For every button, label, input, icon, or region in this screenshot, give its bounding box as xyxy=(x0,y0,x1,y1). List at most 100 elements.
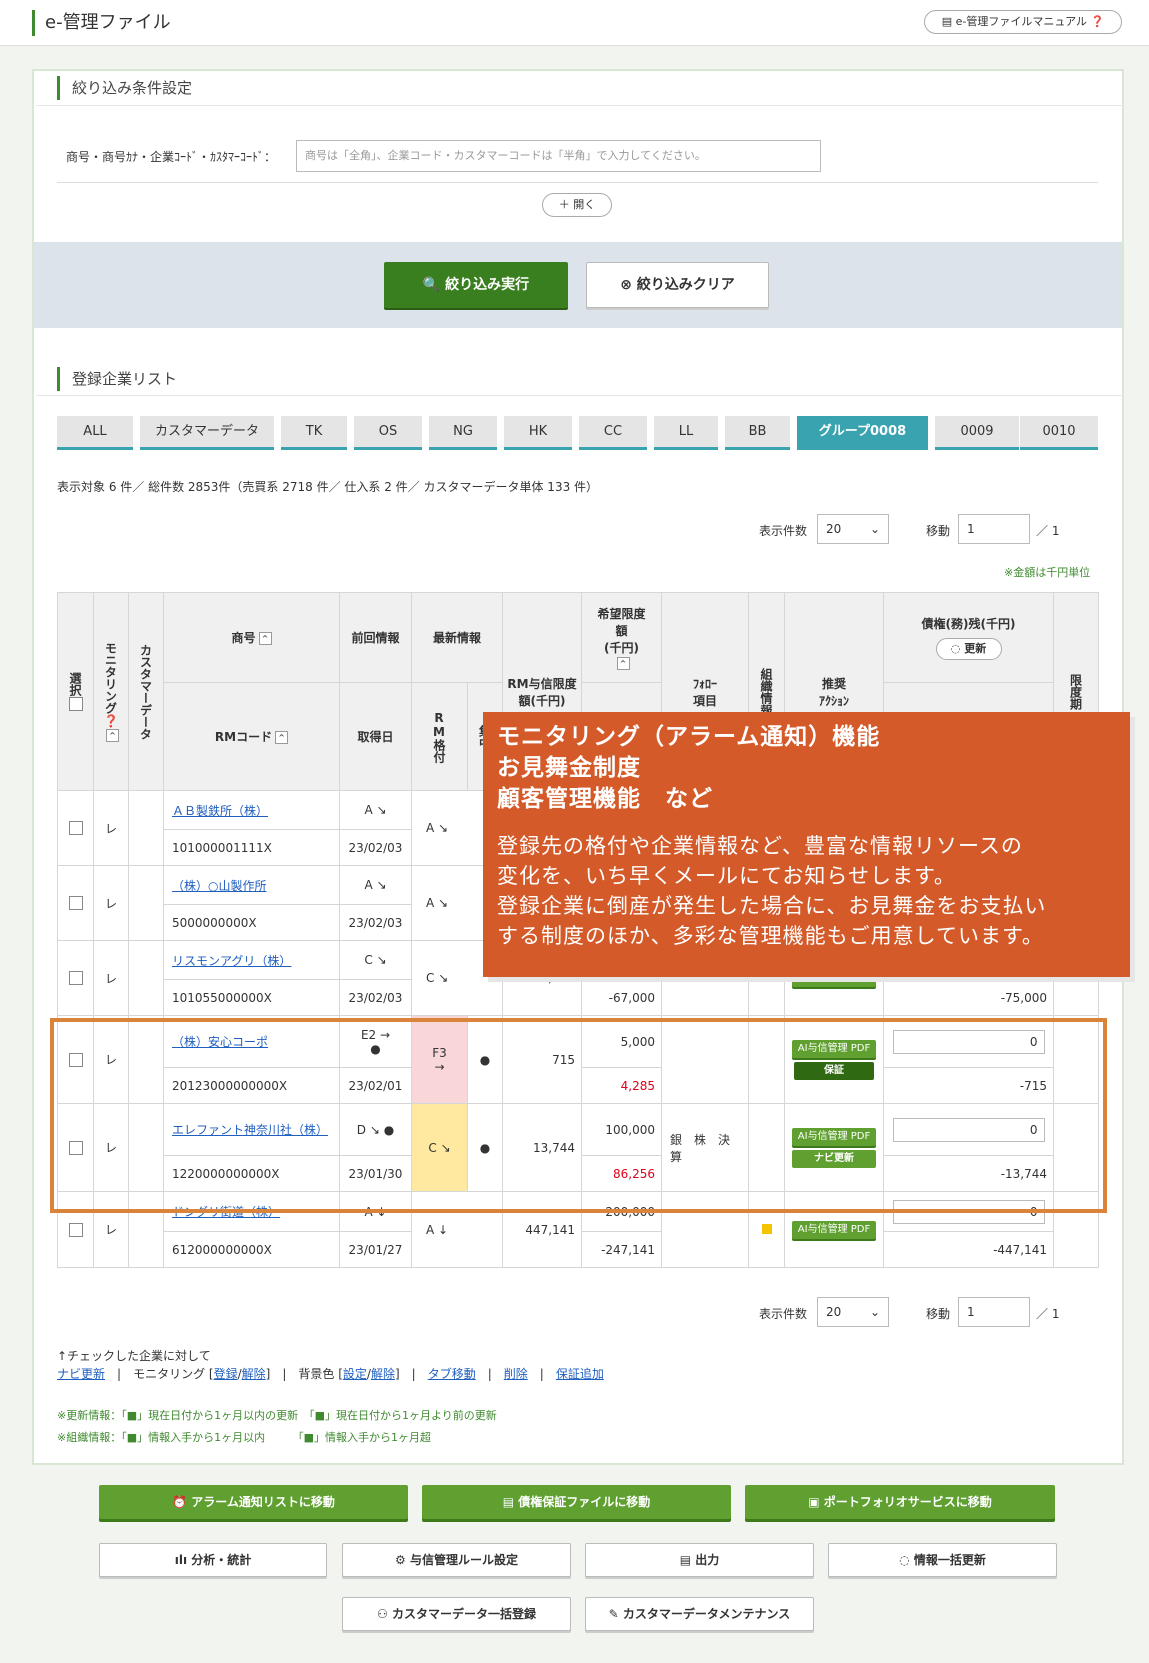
bgcolor-label: 背景色 [ xyxy=(298,1367,343,1381)
unit-note: ※金額は千円単位 xyxy=(1004,566,1091,579)
monitoring-register-link[interactable]: 登録 xyxy=(214,1367,238,1381)
acquired-date: 23/02/03 xyxy=(339,904,412,941)
tab-all[interactable]: ALL xyxy=(57,416,133,450)
rm-code: 5000000000X xyxy=(163,904,340,941)
per-page-select[interactable]: 20 ⌄ xyxy=(817,514,889,544)
feature-callout: モニタリング（アラーム通知）機能 お見舞金制度 顧客管理機能 など 登録先の格付… xyxy=(483,712,1130,977)
prev-rating: A ↘ xyxy=(339,865,412,905)
tab-group-0008[interactable]: グループ0008 xyxy=(797,416,928,450)
rm-code: 101000001111X xyxy=(163,829,340,866)
sort-icon[interactable]: ^ xyxy=(258,632,272,645)
navi-update-link[interactable]: ナビ更新 xyxy=(57,1367,105,1381)
tab-ng[interactable]: NG xyxy=(429,416,497,450)
page-total: ／ 1 xyxy=(1036,1307,1060,1321)
tab-bb[interactable]: BB xyxy=(725,416,790,450)
sort-icon[interactable]: ^ xyxy=(106,728,119,742)
filter-section-title: 絞り込み条件設定 xyxy=(57,76,192,100)
guarantee-file-button[interactable]: ▤ 債権保証ファイルに移動 xyxy=(422,1485,731,1519)
bulk-update-button[interactable]: ◌ 情報一括更新 xyxy=(828,1543,1057,1577)
monitoring-mark: レ xyxy=(93,940,129,1016)
tab-hk[interactable]: HK xyxy=(504,416,572,450)
alarm-list-button[interactable]: ⏰ アラーム通知リストに移動 xyxy=(99,1485,408,1519)
header-acquired[interactable]: 取得日 xyxy=(339,682,412,791)
customer-bulk-register-button[interactable]: ⚇ カスタマーデータ一括登録 xyxy=(342,1597,571,1631)
acquired-date: 23/02/03 xyxy=(339,979,412,1016)
output-button[interactable]: ▤ 出力 xyxy=(585,1543,814,1577)
update-button[interactable]: ◌ 更新 xyxy=(935,638,1002,660)
search-label: 商号・商号ｶﾅ・企業ｺｰﾄﾞ・ｶｽﾀﾏｰｺｰﾄﾞ： xyxy=(66,150,277,164)
tab-tk[interactable]: TK xyxy=(281,416,347,450)
highlight-frame xyxy=(50,1018,1107,1213)
filter-clear-button[interactable]: ⊗ 絞り込みクリア xyxy=(586,262,769,308)
tab-ll[interactable]: LL xyxy=(654,416,718,450)
alarm-clock-icon: ⏰ xyxy=(172,1495,192,1509)
company-link[interactable]: ＡＢ製鉄所（株） xyxy=(172,804,268,818)
help-icon: ❓ xyxy=(103,713,119,728)
per-page-select[interactable]: 20 ⌄ xyxy=(817,1297,889,1327)
prev-rating: C ↘ xyxy=(339,940,412,980)
header-monitoring[interactable]: モニタリング ❓ ^ xyxy=(93,592,129,791)
refresh-icon: ◌ xyxy=(950,642,965,655)
header-hope[interactable]: 希望限度額 (千円) ^ xyxy=(581,592,663,683)
tab-move-link[interactable]: タブ移動 xyxy=(428,1367,476,1381)
monitoring-unregister-link[interactable]: 解除 xyxy=(242,1367,266,1381)
wrench-icon: ✎ xyxy=(608,1607,623,1621)
tab-os[interactable]: OS xyxy=(354,416,422,450)
row-checkbox[interactable] xyxy=(68,971,83,986)
header-rm-code[interactable]: RMコード ^ xyxy=(163,682,340,791)
app-title: e-管理ファイル xyxy=(32,10,171,36)
company-link[interactable]: （株）○山製作所 xyxy=(172,879,266,893)
divider xyxy=(36,105,1124,106)
briefcase-icon: ▣ xyxy=(808,1495,824,1509)
row-checkbox[interactable] xyxy=(68,1222,83,1237)
document-icon: ▤ xyxy=(941,15,956,28)
bgcolor-set-link[interactable]: 設定 xyxy=(343,1367,367,1381)
bulk-actions: ナビ更新 | モニタリング [登録/解除] | 背景色 [設定/解除] | タブ… xyxy=(57,1367,604,1381)
select-all-checkbox[interactable] xyxy=(68,696,83,711)
check-note: ↑チェックした企業に対して xyxy=(57,1349,211,1363)
tab-cc[interactable]: CC xyxy=(579,416,647,450)
document-icon: ▤ xyxy=(502,1495,519,1509)
chevron-down-icon: ⌄ xyxy=(869,1305,880,1319)
open-button[interactable]: ＋ 開く xyxy=(542,193,612,217)
add-guarantee-link[interactable]: 保証追加 xyxy=(556,1367,604,1381)
manual-button[interactable]: ▤ e-管理ファイルマニュアル ❓ xyxy=(924,10,1122,34)
help-icon: ❓ xyxy=(1087,15,1105,28)
page-input[interactable]: 1 xyxy=(958,1297,1030,1327)
header-latest: 最新情報 xyxy=(410,592,504,683)
hope-remaining: -67,000 xyxy=(581,979,663,1016)
sort-icon[interactable]: ^ xyxy=(616,657,630,670)
tab-customer-data[interactable]: カスタマーデータ xyxy=(140,416,274,450)
sort-icon[interactable]: ^ xyxy=(275,731,289,744)
row-checkbox[interactable] xyxy=(68,821,83,836)
portfolio-button[interactable]: ▣ ポートフォリオサービスに移動 xyxy=(745,1485,1055,1519)
header-select: 選択 xyxy=(57,592,94,791)
move-label: 移動 xyxy=(926,524,951,538)
rule-settings-button[interactable]: ⚙ 与信管理ルール設定 xyxy=(342,1543,571,1577)
search-input[interactable]: 商号は「全角」、企業コード・カスタマーコードは「半角」で入力してください。 xyxy=(296,140,821,172)
page-input[interactable]: 1 xyxy=(958,514,1030,544)
per-page-label: 表示件数 xyxy=(759,524,808,538)
filter-button-bar xyxy=(34,242,1122,328)
header-debt: 債権(務)残(千円) ◌ 更新 xyxy=(883,592,1055,683)
hope-remaining: -247,141 xyxy=(581,1231,663,1268)
analysis-button[interactable]: ılı 分析・統計 xyxy=(99,1543,327,1577)
company-link[interactable]: リスモンアグリ（株） xyxy=(172,954,291,968)
close-circle-icon: ⊗ xyxy=(620,277,637,293)
monitoring-mark: レ xyxy=(93,865,129,941)
delete-link[interactable]: 削除 xyxy=(504,1367,528,1381)
header-name[interactable]: 商号 ^ xyxy=(163,592,340,683)
callout-title: お見舞金制度 xyxy=(497,755,641,781)
customer-maintenance-button[interactable]: ✎ カスタマーデータメンテナンス xyxy=(585,1597,814,1631)
tab-0010[interactable]: 0010 xyxy=(1020,416,1098,450)
ai-pdf-button[interactable]: AI与信管理 PDF xyxy=(792,1220,877,1239)
header-rm-rating[interactable]: RM格付 xyxy=(411,682,468,791)
tab-0009[interactable]: 0009 xyxy=(935,416,1019,450)
divider xyxy=(36,395,1124,396)
rm-code: 612000000000X xyxy=(163,1231,340,1268)
filter-run-button[interactable]: 🔍 絞り込み実行 xyxy=(384,262,568,308)
row-checkbox[interactable] xyxy=(68,896,83,911)
gear-icon: ⚙ xyxy=(395,1553,410,1567)
header-customer: カスタマーデータ xyxy=(128,592,164,791)
bgcolor-unset-link[interactable]: 解除 xyxy=(371,1367,395,1381)
